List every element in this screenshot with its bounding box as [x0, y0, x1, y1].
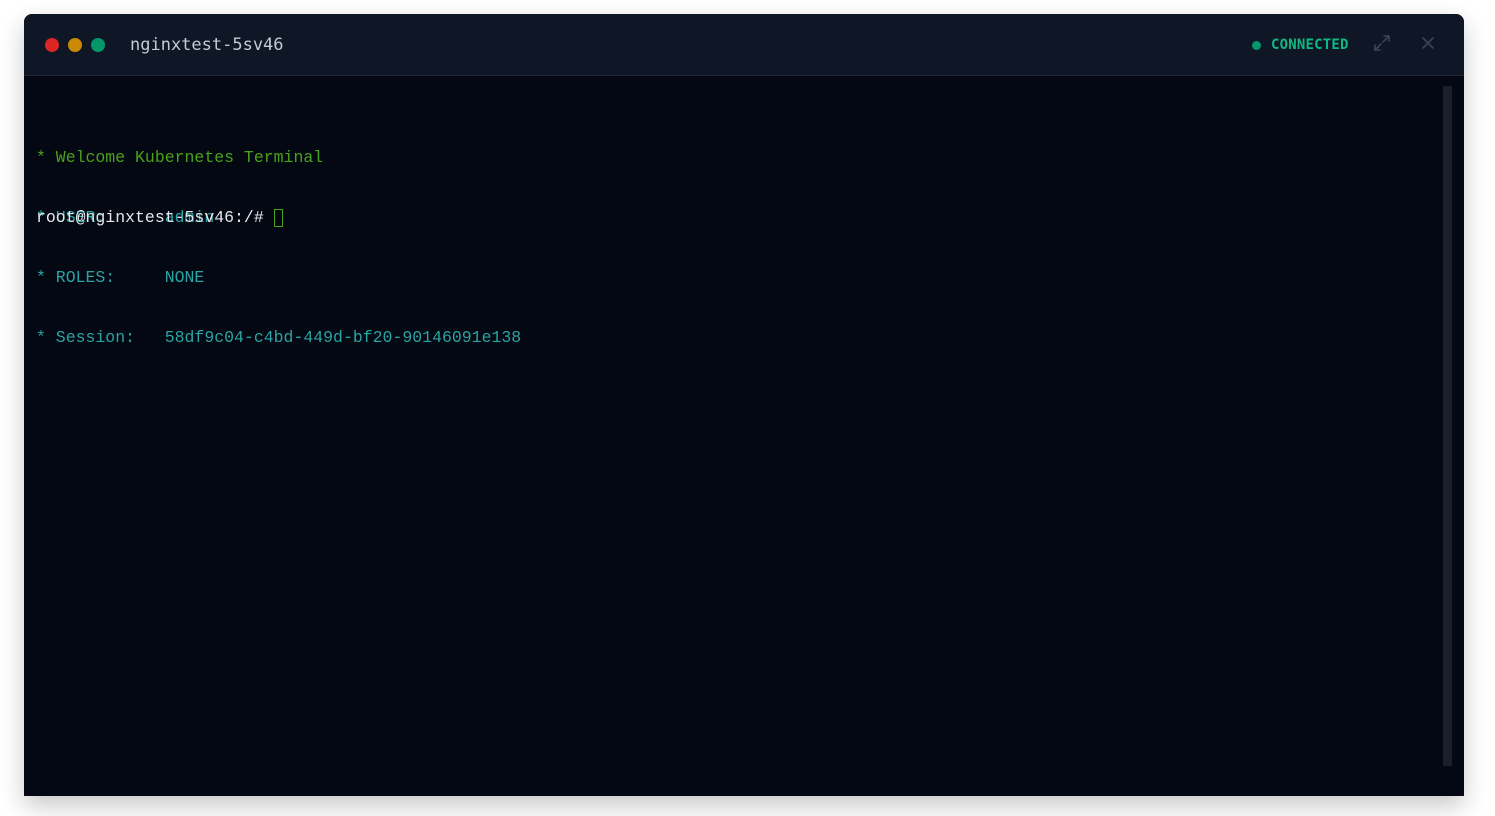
- title-bar: nginxtest-5sv46 CONNECTED: [24, 14, 1464, 76]
- expand-button[interactable]: [1371, 34, 1393, 56]
- welcome-line: * Welcome Kubernetes Terminal: [36, 148, 324, 167]
- minimize-traffic-light[interactable]: [68, 38, 82, 52]
- close-icon: [1419, 34, 1437, 56]
- terminal-area[interactable]: * Welcome Kubernetes Terminal * USER: ad…: [24, 76, 1464, 796]
- prompt-line[interactable]: root@nginxtest-5sv46:/#: [36, 208, 283, 228]
- status-dot: [1252, 40, 1261, 50]
- maximize-traffic-light[interactable]: [91, 38, 105, 52]
- window-title: nginxtest-5sv46: [130, 35, 284, 55]
- terminal-output: * Welcome Kubernetes Terminal * USER: ad…: [36, 108, 521, 388]
- session-line: * Session: 58df9c04-c4bd-449d-bf20-90146…: [36, 328, 522, 347]
- close-traffic-light[interactable]: [45, 38, 59, 52]
- prompt-text: root@nginxtest-5sv46:/#: [36, 208, 264, 227]
- terminal-window: nginxtest-5sv46 CONNECTED * Welcome Kube…: [24, 14, 1464, 796]
- cursor: [273, 209, 283, 227]
- expand-icon: [1372, 33, 1392, 57]
- connection-status: CONNECTED: [1252, 36, 1349, 54]
- terminal-scrollbar[interactable]: [1443, 86, 1452, 766]
- status-label: CONNECTED: [1271, 37, 1349, 53]
- roles-line: * ROLES: NONE: [36, 268, 205, 287]
- close-button[interactable]: [1417, 34, 1439, 56]
